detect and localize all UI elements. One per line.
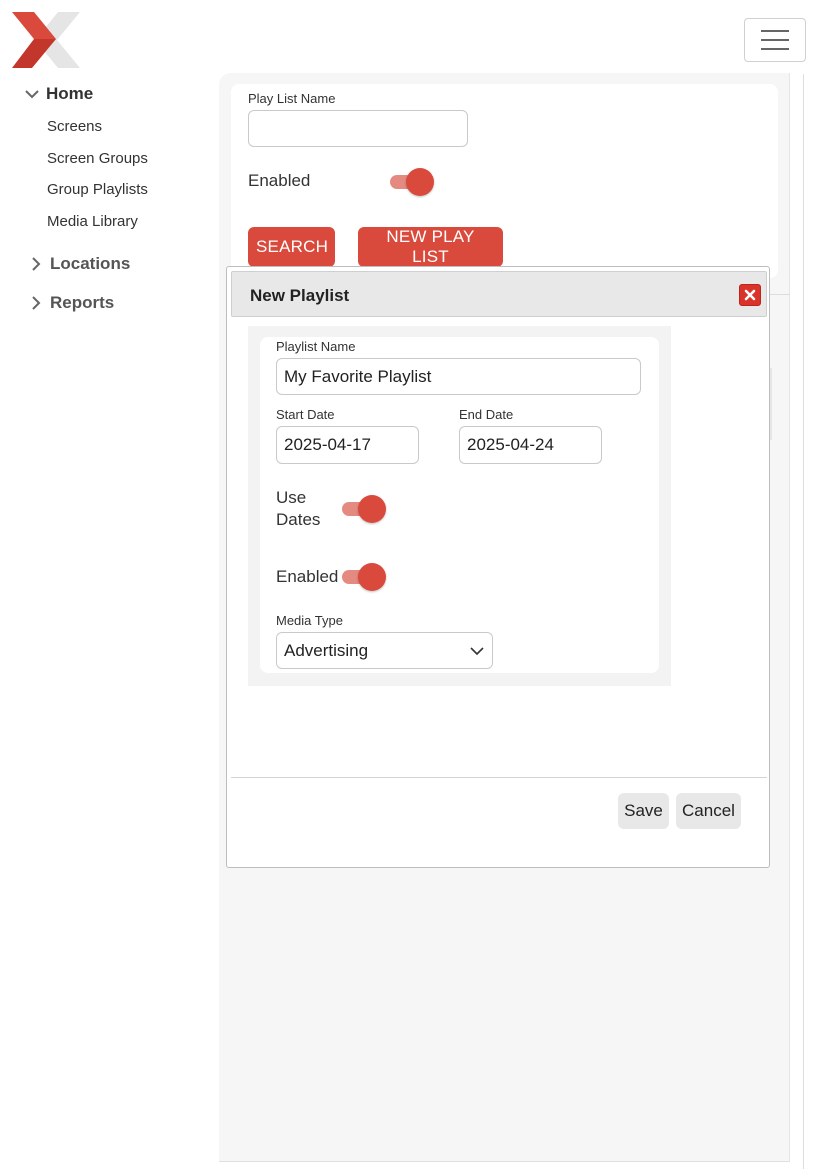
chevron-down-icon bbox=[25, 90, 39, 99]
chevron-down-icon bbox=[470, 646, 484, 655]
sidebar-item-screens[interactable]: Screens bbox=[47, 118, 102, 135]
enabled-label: Enabled bbox=[276, 567, 339, 586]
sidebar-item-group-playlists[interactable]: Group Playlists bbox=[47, 181, 148, 198]
sidebar-item-screen-groups[interactable]: Screen Groups bbox=[47, 150, 148, 167]
save-button[interactable]: Save bbox=[618, 793, 669, 829]
playlist-name-label: Playlist Name bbox=[276, 339, 356, 354]
x-logo-icon[interactable] bbox=[12, 12, 82, 68]
toggle-knob bbox=[358, 563, 386, 591]
new-play-list-button[interactable]: NEW PLAY LIST bbox=[358, 227, 503, 267]
start-date-input[interactable] bbox=[276, 426, 419, 464]
enabled-filter-label: Enabled bbox=[248, 171, 311, 190]
search-button[interactable]: SEARCH bbox=[248, 227, 335, 267]
use-dates-label-line: Use bbox=[276, 488, 307, 507]
divider bbox=[770, 294, 790, 295]
media-type-selected-value: Advertising bbox=[284, 640, 369, 660]
hamburger-icon-bar bbox=[761, 30, 789, 32]
enabled-toggle[interactable] bbox=[342, 563, 386, 591]
toggle-knob bbox=[358, 495, 386, 523]
app-root: Home Screens Screen Groups Group Playlis… bbox=[0, 0, 815, 1169]
dialog-footer-divider bbox=[231, 777, 767, 778]
sidebar-section-label: Locations bbox=[50, 254, 131, 273]
start-date-label: Start Date bbox=[276, 407, 335, 422]
media-type-label: Media Type bbox=[276, 613, 343, 628]
sidebar-section-locations[interactable]: Locations bbox=[28, 250, 130, 278]
enabled-filter-toggle[interactable] bbox=[390, 168, 434, 196]
toggle-knob bbox=[406, 168, 434, 196]
dialog-form: Playlist Name Start Date End Date Use Da… bbox=[260, 337, 659, 673]
sidebar-item-media-library[interactable]: Media Library bbox=[47, 213, 138, 230]
playlist-name-input[interactable] bbox=[276, 358, 641, 395]
playlist-name-filter-label: Play List Name bbox=[248, 91, 336, 106]
use-dates-label: Use Dates bbox=[276, 487, 320, 531]
menu-toggle-button[interactable] bbox=[744, 18, 806, 62]
background-card-edge bbox=[770, 368, 772, 440]
dialog-form-container: Playlist Name Start Date End Date Use Da… bbox=[248, 326, 671, 686]
hamburger-icon-bar bbox=[761, 39, 789, 41]
end-date-input[interactable] bbox=[459, 426, 602, 464]
new-playlist-dialog: New Playlist Playlist Name Start Date En… bbox=[226, 266, 770, 868]
use-dates-toggle[interactable] bbox=[342, 495, 386, 523]
dialog-close-button[interactable] bbox=[739, 284, 761, 306]
sidebar-section-label: Home bbox=[46, 84, 94, 103]
sidebar-section-reports[interactable]: Reports bbox=[28, 289, 114, 317]
dialog-title: New Playlist bbox=[250, 286, 350, 305]
dialog-header: New Playlist bbox=[231, 271, 767, 317]
use-dates-label-line: Dates bbox=[276, 510, 321, 529]
media-type-select[interactable]: Advertising bbox=[276, 632, 493, 669]
close-icon bbox=[744, 289, 756, 301]
end-date-label: End Date bbox=[459, 407, 514, 422]
chevron-right-icon bbox=[32, 257, 41, 271]
sidebar-section-home[interactable]: Home bbox=[24, 80, 93, 108]
divider bbox=[803, 74, 804, 1169]
sidebar-section-label: Reports bbox=[50, 293, 115, 312]
divider bbox=[219, 1161, 790, 1162]
chevron-right-icon bbox=[32, 296, 41, 310]
hamburger-icon-bar bbox=[761, 48, 789, 50]
playlist-name-filter-input[interactable] bbox=[248, 110, 468, 147]
cancel-button[interactable]: Cancel bbox=[676, 793, 741, 829]
